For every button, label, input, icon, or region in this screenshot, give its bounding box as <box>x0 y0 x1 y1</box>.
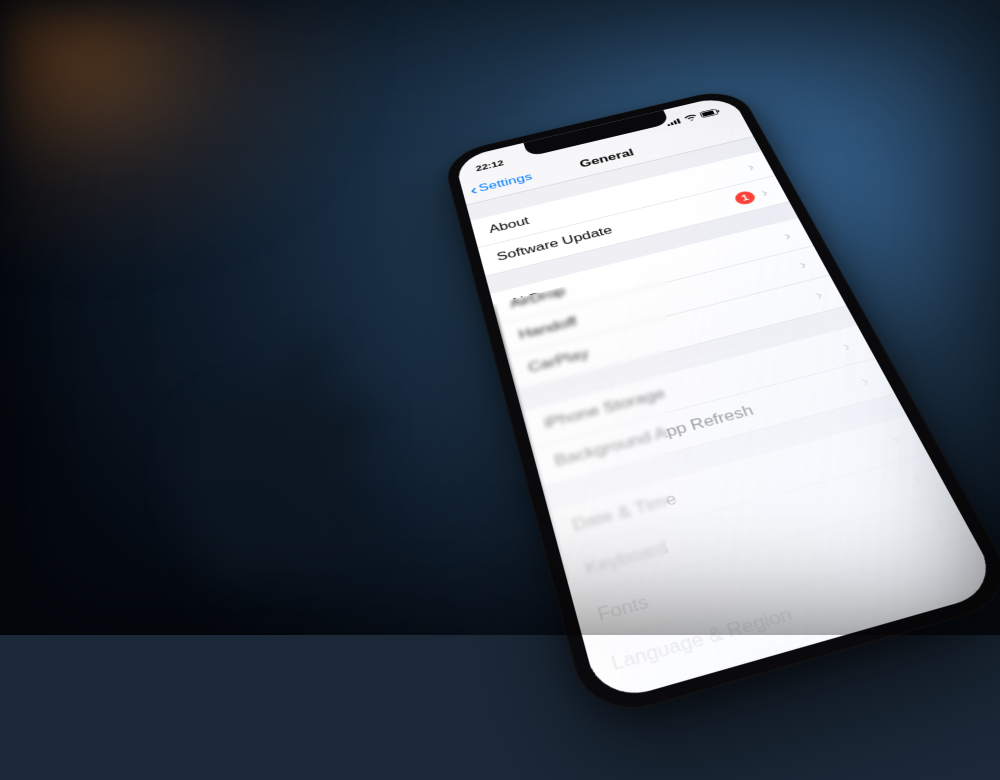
wifi-icon <box>683 113 700 123</box>
iphone-device: 22:12 ‹ Settings <box>442 86 1000 724</box>
battery-icon <box>699 108 722 120</box>
back-label: Settings <box>478 172 534 195</box>
signal-icon <box>665 117 682 128</box>
iphone-screen: 22:12 ‹ Settings <box>454 94 1000 704</box>
page-title: General <box>578 147 636 170</box>
chevron-right-icon: › <box>758 186 770 200</box>
phone-stage: 22:12 ‹ Settings <box>350 0 1000 780</box>
warm-light-glow <box>0 0 380 280</box>
settings-list: About › Software Update 1 › AirDrop › H <box>466 137 999 698</box>
apple-logo <box>170 345 380 585</box>
